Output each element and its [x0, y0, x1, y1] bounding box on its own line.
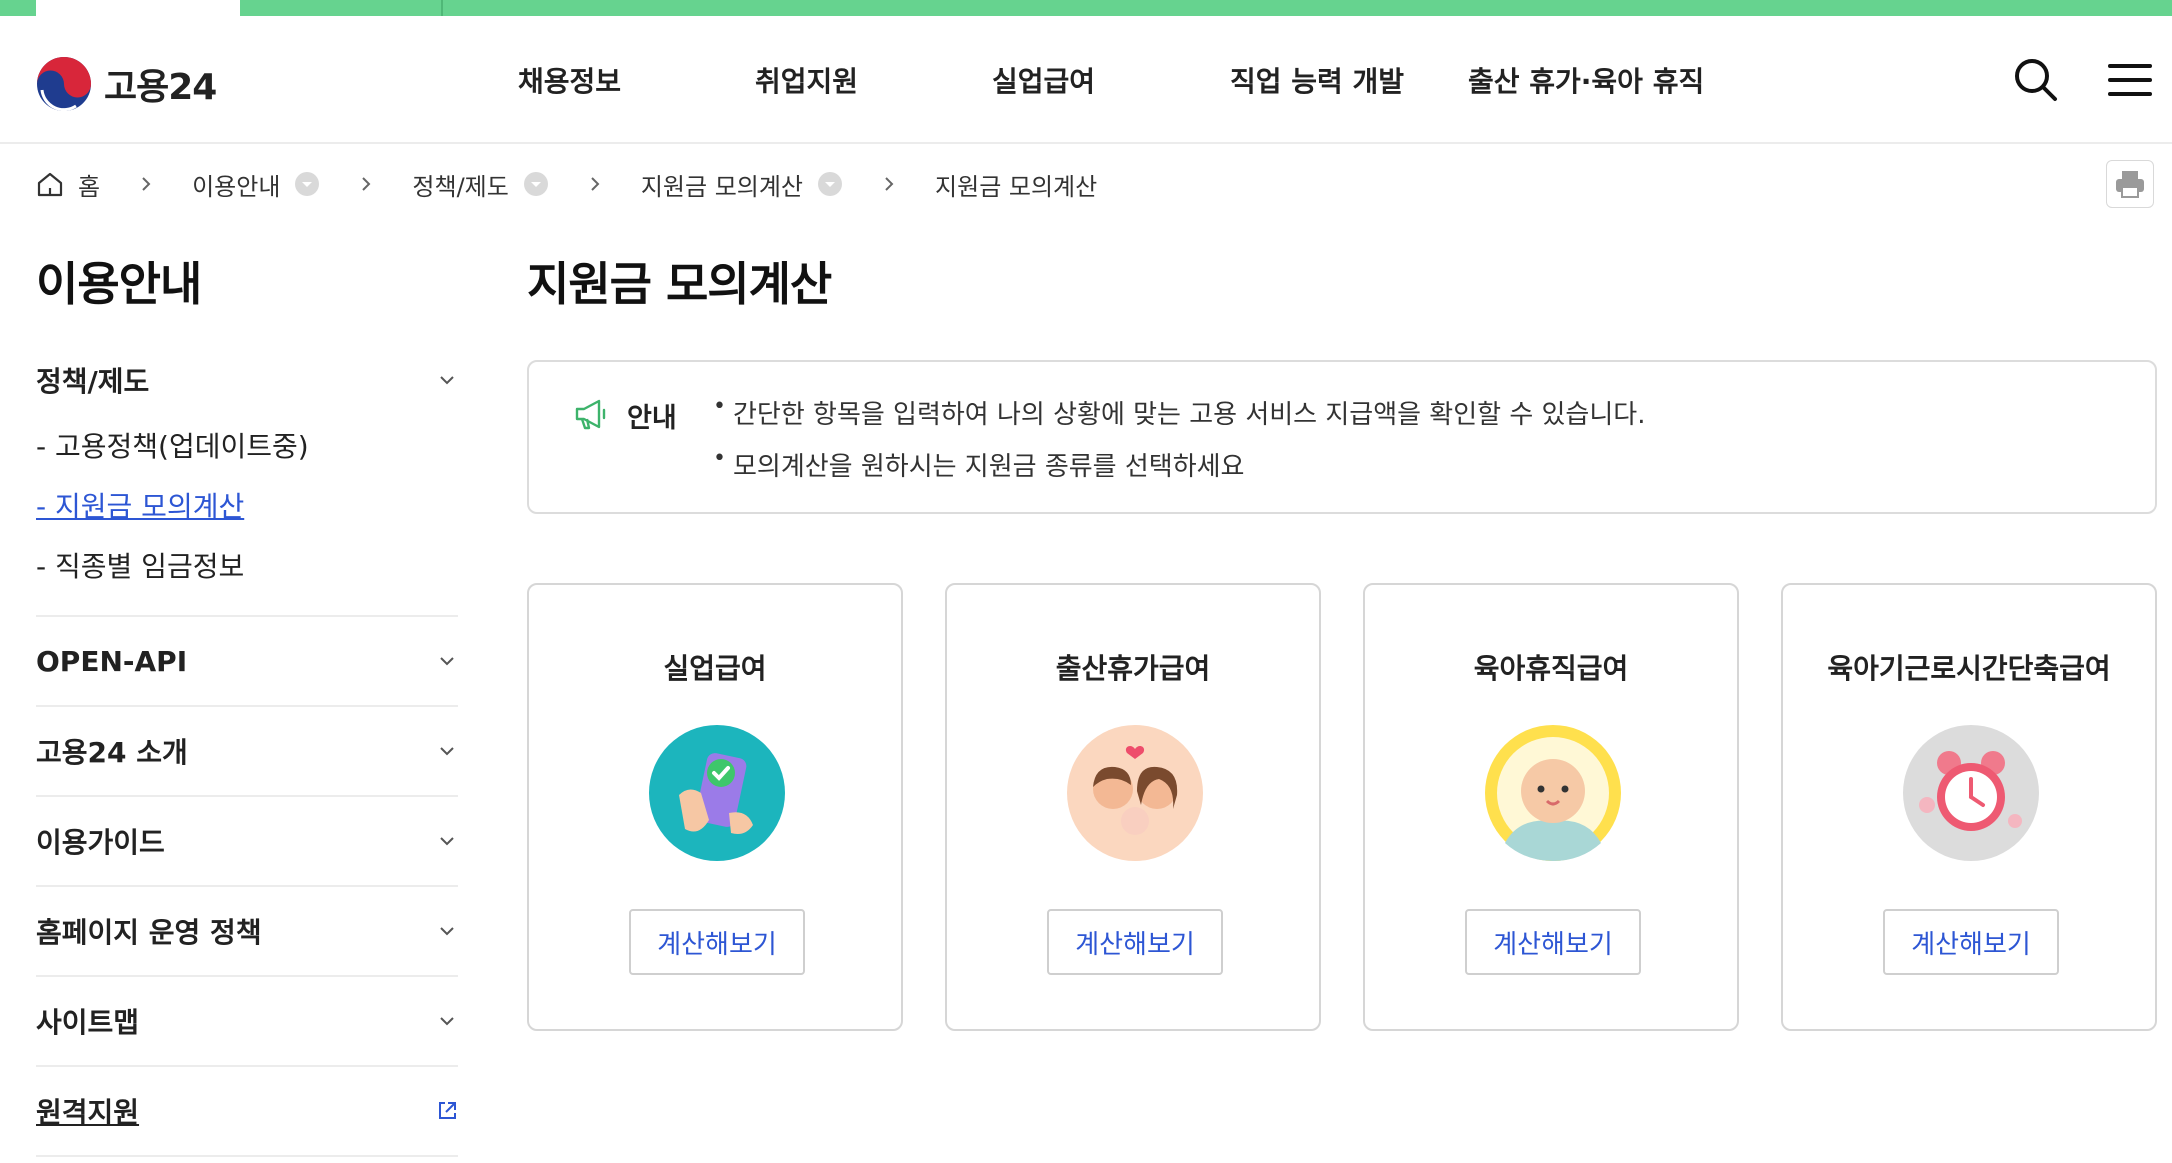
alarm-clock-icon — [1903, 725, 2039, 861]
lnb-group-remote-support: 원격지원 — [36, 1067, 458, 1157]
notice-box: 안내 • 간단한 항목을 입력하여 나의 상황에 맞는 고용 서비스 지급액을 확… — [527, 360, 2157, 514]
lnb-item-label: OPEN-API — [36, 644, 188, 678]
logo-text: 고용24 — [104, 67, 217, 108]
lnb-group-sitemap: 사이트맵 — [36, 977, 458, 1067]
left-sidebar-nav: 정책/제도 - 고용정책(업데이트중) - 지원금 모의계산 - 직종별 임금정… — [36, 345, 458, 1157]
lnb-subitem-wage-info[interactable]: - 직종별 임금정보 — [36, 535, 458, 595]
chevron-down-icon — [440, 376, 454, 385]
chevron-right-icon — [362, 177, 371, 191]
breadcrumb-current: 지원금 모의계산 — [935, 167, 1097, 202]
lnb-title: 이용안내 — [36, 257, 202, 311]
chevron-right-icon — [142, 177, 151, 191]
calculate-button[interactable]: 계산해보기 — [1465, 909, 1641, 975]
baby-icon — [1485, 725, 1621, 861]
chevron-down-icon — [440, 747, 454, 756]
lnb-group-about: 고용24 소개 — [36, 707, 458, 797]
external-link-icon — [439, 1102, 456, 1119]
family-icon — [1067, 725, 1203, 861]
notice-label: 안내 — [627, 403, 677, 434]
calculate-button[interactable]: 계산해보기 — [1047, 909, 1223, 975]
home-icon — [37, 172, 63, 197]
chevron-right-icon — [591, 177, 600, 191]
dropdown-circle-icon — [295, 172, 320, 196]
lnb-item-open-api[interactable]: OPEN-API — [36, 617, 458, 705]
top-strip-active-tab[interactable] — [36, 0, 240, 16]
lnb-item-about[interactable]: 고용24 소개 — [36, 707, 458, 795]
notice-lines: • 간단한 항목을 입력하여 나의 상황에 맞는 고용 서비스 지급액을 확인할 … — [713, 394, 1645, 498]
lnb-item-sitemap[interactable]: 사이트맵 — [36, 977, 458, 1065]
calculator-card-list: 실업급여 계산해보기 출산휴가급여 계산해보기 육아휴직급여 계산해보기 육아기… — [527, 583, 2157, 1031]
calc-card-parental-leave: 육아휴직급여 계산해보기 — [1363, 583, 1739, 1031]
notice-line: • 모의계산을 원하시는 지원금 종류를 선택하세요 — [713, 446, 1245, 482]
lnb-subitem-subsidy-simulator[interactable]: - 지원금 모의계산 — [36, 475, 458, 535]
lnb-item-guide[interactable]: 이용가이드 — [36, 797, 458, 885]
search-icon[interactable] — [2012, 56, 2060, 104]
card-title: 출산휴가급여 — [1055, 652, 1211, 685]
lnb-item-label: 사이트맵 — [36, 1006, 140, 1039]
lnb-item-site-policy[interactable]: 홈페이지 운영 정책 — [36, 887, 458, 975]
gnb-item-unemployment-benefit[interactable]: 실업급여 — [992, 60, 1095, 100]
lnb-item-label: 이용가이드 — [36, 826, 165, 859]
calc-card-maternity: 출산휴가급여 계산해보기 — [945, 583, 1321, 1031]
site-logo[interactable]: 고용24 — [36, 56, 217, 112]
calc-card-unemployment: 실업급여 계산해보기 — [527, 583, 903, 1031]
top-strip-divider — [441, 0, 443, 16]
lnb-submenu-policy: - 고용정책(업데이트중) - 지원금 모의계산 - 직종별 임금정보 — [36, 415, 458, 615]
notice-line: • 간단한 항목을 입력하여 나의 상황에 맞는 고용 서비스 지급액을 확인할 … — [713, 394, 1646, 430]
breadcrumb-item-policy[interactable]: 정책/제도 — [412, 167, 548, 202]
breadcrumb: 홈 이용안내 정책/제도 지원금 모의계산 지원금 모의계산 — [36, 160, 1097, 208]
printer-icon — [2116, 171, 2144, 198]
lnb-group-policy: 정책/제도 - 고용정책(업데이트중) - 지원금 모의계산 - 직종별 임금정… — [36, 345, 458, 617]
gnb-item-maternity-leave[interactable]: 출산 휴가·육아 휴직 — [1468, 60, 1704, 100]
chevron-right-icon — [885, 177, 894, 191]
dropdown-circle-icon — [523, 172, 548, 196]
calc-card-reduced-hours: 육아기근로시간단축급여 계산해보기 — [1781, 583, 2157, 1031]
breadcrumb-label: 지원금 모의계산 — [640, 172, 804, 201]
breadcrumb-home-label: 홈 — [78, 172, 101, 201]
megaphone-icon — [575, 399, 606, 430]
site-header: 고용24 채용정보 취업지원 실업급여 직업 능력 개발 출산 휴가·육아 휴직 — [0, 16, 2172, 144]
lnb-item-label: 정책/제도 — [36, 365, 150, 398]
breadcrumb-home[interactable]: 홈 — [36, 167, 100, 202]
calculate-button[interactable]: 계산해보기 — [629, 909, 805, 975]
lnb-subitem-employment-policy[interactable]: - 고용정책(업데이트중) — [36, 415, 458, 475]
calculate-button[interactable]: 계산해보기 — [1883, 909, 2059, 975]
breadcrumb-label: 지원금 모의계산 — [935, 172, 1098, 201]
lnb-item-label: 원격지원 — [36, 1096, 140, 1129]
lnb-group-open-api: OPEN-API — [36, 617, 458, 707]
lnb-item-policy[interactable]: 정책/제도 — [36, 345, 458, 415]
chevron-down-icon — [440, 837, 454, 846]
gnb-item-job-skills[interactable]: 직업 능력 개발 — [1230, 60, 1404, 100]
card-title: 육아기근로시간단축급여 — [1827, 652, 2111, 685]
breadcrumb-item-guide[interactable]: 이용안내 — [192, 167, 320, 202]
top-green-strip — [0, 0, 2172, 16]
lnb-item-remote-support[interactable]: 원격지원 — [36, 1067, 458, 1155]
gnb-item-jobs[interactable]: 채용정보 — [518, 60, 621, 100]
gnb-item-employment-support[interactable]: 취업지원 — [755, 60, 858, 100]
lnb-item-label: 고용24 소개 — [36, 736, 188, 769]
lnb-item-label: 홈페이지 운영 정책 — [36, 916, 262, 949]
print-button[interactable] — [2106, 160, 2154, 208]
chevron-down-icon — [440, 927, 454, 936]
card-title: 육아휴직급여 — [1473, 652, 1629, 685]
dropdown-circle-icon — [818, 172, 843, 196]
chevron-down-icon — [440, 1017, 454, 1026]
breadcrumb-label: 정책/제도 — [412, 172, 509, 201]
taegeuk-logo-icon — [37, 57, 91, 112]
lnb-group-guide: 이용가이드 — [36, 797, 458, 887]
breadcrumb-item-simulator[interactable]: 지원금 모의계산 — [641, 167, 843, 202]
phone-check-icon — [649, 725, 785, 861]
chevron-down-icon — [440, 657, 454, 666]
hamburger-menu-icon[interactable] — [2106, 56, 2154, 104]
page-title: 지원금 모의계산 — [527, 257, 832, 311]
breadcrumb-label: 이용안내 — [192, 172, 281, 201]
card-title: 실업급여 — [663, 652, 767, 685]
lnb-group-site-policy: 홈페이지 운영 정책 — [36, 887, 458, 977]
